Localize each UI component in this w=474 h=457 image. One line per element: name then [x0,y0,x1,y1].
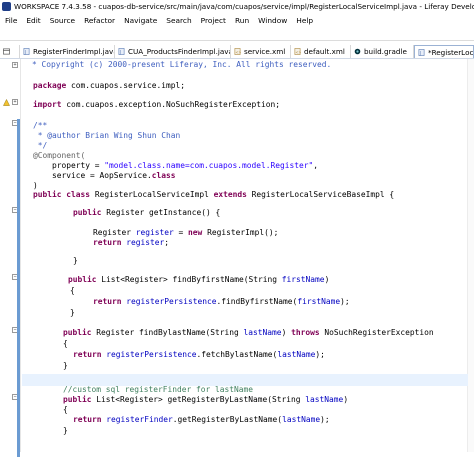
menu-run[interactable]: Run [235,16,249,25]
code-line: { [70,286,75,295]
code-line: service = AopService.class [33,171,176,180]
gradle-file-icon [354,48,361,55]
editor-tabs-icon [3,48,10,55]
code-line: return registerFinder.getRegisterByLastN… [73,415,330,424]
editor-tab-bar: J RegisterFinderImpl.java J CUA_Products… [0,44,474,59]
xml-file-icon: <> [294,48,301,55]
tab-build-gradle[interactable]: build.gradle [351,45,414,58]
menu-navigate[interactable]: Navigate [124,16,157,25]
tab-label: build.gradle [364,47,407,56]
title-bar: WORKSPACE 7.4.3.58 - cuapos-db-service/s… [0,0,474,13]
java-file-icon: J [118,48,125,55]
tab-register-local-service-impl[interactable]: J *RegisterLoc [414,45,474,58]
tab-label: service.xml [244,47,286,56]
svg-text:<>: <> [235,50,241,54]
menu-help[interactable]: Help [296,16,313,25]
xml-file-icon: <> [234,48,241,55]
tab-default-xml[interactable]: <> default.xml [291,45,351,58]
menu-window[interactable]: Window [258,16,287,25]
menu-bar: File Edit Source Refactor Navigate Searc… [0,14,474,26]
toolbar-divider [0,40,474,41]
fold-toggle-icon[interactable]: + [12,62,18,68]
code-line: return register; [93,238,170,247]
gutter-divider [20,59,21,452]
code-line: } [63,361,68,370]
code-line: } [70,308,75,317]
code-line: return registerPersistence.fetchBylastNa… [73,350,325,359]
code-line: import com.cuapos.exception.NoSuchRegist… [33,100,281,109]
menu-search[interactable]: Search [166,16,191,25]
code-line: { [63,405,68,414]
menu-source[interactable]: Source [50,16,75,25]
code-line: return registerPersistence.findByfirstNa… [93,297,350,306]
menu-project[interactable]: Project [201,16,226,25]
svg-text:<>: <> [295,50,301,54]
svg-text:J: J [24,49,26,55]
code-line: public List<Register> findByfirstName(St… [68,275,330,284]
svg-text:J: J [119,49,121,55]
code-line: } [63,426,68,435]
code-line: * @author Brian Wing Shun Chan [33,131,181,140]
tab-register-finder-impl[interactable]: J RegisterFinderImpl.java [20,45,115,58]
code-line: } [73,256,78,265]
overview-ruler[interactable] [467,59,474,452]
tab-label: default.xml [304,47,345,56]
tab-label: RegisterFinderImpl.java [33,47,115,56]
tab-cua-products-finder-impl[interactable]: J CUA_ProductsFinderImpl.java [115,45,231,58]
tab-label: *RegisterLoc [428,47,474,57]
java-file-icon: J [23,48,30,55]
code-editor[interactable]: + + − − − − − * Copyright (c) 2000-prese… [0,59,474,457]
menu-edit[interactable]: Edit [26,16,40,25]
code-line: { [63,339,68,348]
code-line: public class RegisterLocalServiceImpl ex… [33,190,395,199]
warning-icon[interactable] [3,99,10,106]
liferay-app-icon [2,2,11,11]
svg-text:J: J [419,50,421,56]
code-line: package com.cuapos.service.impl; [33,81,186,90]
menu-file[interactable]: File [5,16,17,25]
tab-list-overflow[interactable] [0,45,20,58]
code-line: public List<Register> getRegisterByLastN… [63,395,349,404]
window-title: WORKSPACE 7.4.3.58 - cuapos-db-service/s… [14,2,474,11]
tab-service-xml[interactable]: <> service.xml [231,45,291,58]
code-line: public Register getInstance() { [73,208,221,217]
code-line: * Copyright (c) 2000-present Liferay, In… [32,60,332,69]
code-line: public Register findBylastName(String la… [63,328,434,337]
fold-toggle-icon[interactable]: + [12,99,18,105]
tab-label: CUA_ProductsFinderImpl.java [128,47,231,56]
change-marker [17,119,20,457]
menu-refactor[interactable]: Refactor [84,16,115,25]
java-file-icon: J [418,48,425,56]
